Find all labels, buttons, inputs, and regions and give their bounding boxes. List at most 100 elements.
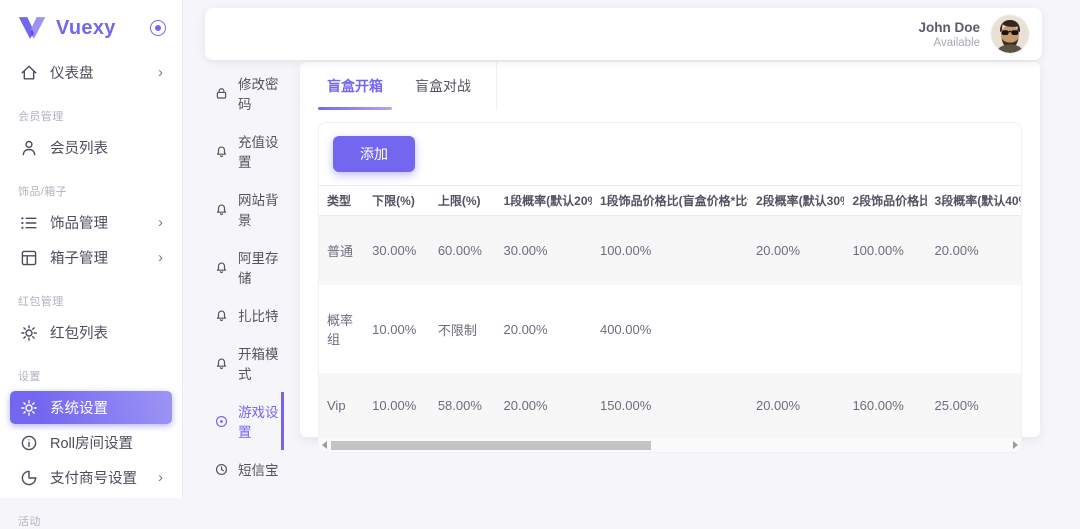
bell-icon: [214, 202, 229, 217]
box-layout-icon: [19, 248, 39, 268]
submenu-item-label: 短信宝: [238, 459, 279, 479]
pie-chart-icon: [19, 468, 39, 488]
user-avatar[interactable]: [991, 15, 1029, 53]
table-row: 普通 30.00% 60.00% 30.00% 100.00% 20.00% 1…: [319, 216, 1021, 286]
cell-value: 60.00%: [430, 216, 496, 286]
submenu-item-change-password[interactable]: 修改密码: [183, 64, 284, 122]
sidebar-nav: 仪表盘 › 会员管理 会员列表 饰品/箱子 饰品管理 › 箱子管理 › 红包管理: [0, 56, 182, 529]
vuexy-logo-icon: [18, 16, 46, 40]
tab-bar: 盲盒开箱 盲盒对战: [300, 62, 1040, 110]
sidebar-item-system-settings[interactable]: 系统设置: [10, 391, 172, 424]
brand-name: Vuexy: [56, 17, 116, 40]
col-lower-limit: 下限(%): [364, 186, 430, 216]
scrollbar-thumb[interactable]: [331, 441, 651, 450]
sidebar-item-label: 仪表盘: [50, 62, 94, 83]
bell-icon: [214, 260, 229, 275]
menu-pin-toggle-icon[interactable]: [150, 20, 166, 36]
info-circle-icon: [19, 433, 39, 453]
submenu-item-game-settings[interactable]: 游戏设置: [183, 392, 284, 450]
table-card: 添加 类型 下限(%) 上限(%) 1段概率(默认20%) 1段饰品价格比(盲盒…: [318, 122, 1022, 453]
cell-value: [844, 285, 926, 373]
user-name: John Doe: [918, 20, 980, 35]
col-seg3-rate: 3段概率(默认40%): [927, 186, 1021, 216]
submenu-item-ali-storage[interactable]: 阿里存储: [183, 238, 284, 296]
cell-value: 100.00%: [844, 216, 926, 286]
col-seg1-price-ratio: 1段饰品价格比(盲盒价格*比例): [592, 186, 748, 216]
table-row: 概率组 10.00% 不限制 20.00% 400.00%: [319, 285, 1021, 373]
section-items-boxes: 饰品/箱子: [18, 183, 164, 199]
cell-value: 160.00%: [844, 373, 926, 438]
sidebar-item-dashboard[interactable]: 仪表盘 ›: [10, 56, 172, 89]
list-icon: [19, 213, 39, 233]
submenu-item-unbox-mode[interactable]: 开箱模式: [183, 334, 284, 392]
cell-value: 58.00%: [430, 373, 496, 438]
cell-type: Vip: [319, 373, 364, 438]
sidebar-item-label: Roll房间设置: [50, 432, 133, 453]
bell-icon: [214, 356, 229, 371]
submenu-item-label: 充值设置: [238, 131, 284, 171]
top-header-bar: John Doe Available: [205, 8, 1042, 60]
tab-blindbox-battle[interactable]: 盲盒对战: [406, 62, 480, 110]
col-seg2-price-ratio: 2段饰品价格比: [844, 186, 926, 216]
settings-submenu: 修改密码 充值设置 网站背景 阿里存储 扎比特 开箱模式 游戏设置: [183, 64, 284, 488]
sidebar-item-payment-merchant-settings[interactable]: 支付商号设置 ›: [10, 461, 172, 494]
cell-value: 20.00%: [496, 373, 592, 438]
chevron-right-icon: ›: [158, 470, 163, 485]
submenu-item-sms-treasure[interactable]: 短信宝: [183, 450, 284, 488]
clock-icon: [214, 462, 229, 477]
home-icon: [19, 63, 39, 83]
col-seg2-rate: 2段概率(默认30%): [748, 186, 844, 216]
target-circle-icon: [214, 414, 229, 429]
lock-icon: [214, 86, 229, 101]
cell-value: 20.00%: [496, 285, 592, 373]
cell-value: 30.00%: [364, 216, 430, 286]
cell-type: 概率组: [319, 285, 364, 373]
submenu-item-site-background[interactable]: 网站背景: [183, 180, 284, 238]
sidebar-item-box-management[interactable]: 箱子管理 ›: [10, 241, 172, 274]
scroll-right-arrow-icon[interactable]: [1013, 441, 1018, 449]
cell-value: 20.00%: [748, 373, 844, 438]
table-header-row: 类型 下限(%) 上限(%) 1段概率(默认20%) 1段饰品价格比(盲盒价格*…: [319, 186, 1021, 216]
scroll-left-arrow-icon[interactable]: [322, 441, 327, 449]
section-settings: 设置: [18, 368, 164, 384]
cell-value: [748, 285, 844, 373]
chevron-right-icon: ›: [158, 250, 163, 265]
cell-value: 不限制: [430, 285, 496, 373]
scrollbar-track[interactable]: [330, 441, 1010, 450]
section-activity: 活动: [18, 513, 164, 529]
sidebar-item-item-management[interactable]: 饰品管理 ›: [10, 206, 172, 239]
col-seg1-rate: 1段概率(默认20%): [496, 186, 592, 216]
cell-value: 30.00%: [496, 216, 592, 286]
cell-value: 25.00%: [927, 373, 1021, 438]
submenu-item-label: 网站背景: [238, 189, 284, 229]
sidebar-item-redpacket-list[interactable]: 红包列表: [10, 316, 172, 349]
sidebar-item-label: 支付商号设置: [50, 467, 137, 488]
gear-icon: [19, 398, 39, 418]
submenu-item-label: 修改密码: [238, 73, 284, 113]
sidebar-item-roll-room-settings[interactable]: Roll房间设置: [10, 426, 172, 459]
cell-type: 普通: [319, 216, 364, 286]
add-button[interactable]: 添加: [333, 136, 415, 172]
col-type: 类型: [319, 186, 364, 216]
submenu-item-label: 阿里存储: [238, 247, 284, 287]
section-members: 会员管理: [18, 108, 164, 124]
section-redpacket: 红包管理: [18, 293, 164, 309]
sidebar-item-label: 箱子管理: [50, 247, 108, 268]
user-icon: [19, 138, 39, 158]
horizontal-scrollbar: [319, 438, 1021, 452]
submenu-item-recharge-settings[interactable]: 充值设置: [183, 122, 284, 180]
chevron-right-icon: ›: [158, 65, 163, 80]
table-toolbar: 添加: [319, 123, 1021, 185]
table-row: Vip 10.00% 58.00% 20.00% 150.00% 20.00% …: [319, 373, 1021, 438]
content-card: 盲盒开箱 盲盒对战 添加 类型 下限(%) 上限(%) 1段概率(默认20%) …: [300, 62, 1040, 437]
cell-value: [927, 285, 1021, 373]
tab-blindbox-unbox[interactable]: 盲盒开箱: [318, 62, 392, 110]
cell-value: 20.00%: [927, 216, 1021, 286]
tab-divider: [496, 62, 497, 110]
user-menu[interactable]: John Doe Available: [918, 20, 980, 49]
cell-value: 400.00%: [592, 285, 748, 373]
chevron-right-icon: ›: [158, 215, 163, 230]
sidebar-item-member-list[interactable]: 会员列表: [10, 131, 172, 164]
submenu-item-label: 扎比特: [238, 305, 279, 325]
submenu-item-zhabite[interactable]: 扎比特: [183, 296, 284, 334]
